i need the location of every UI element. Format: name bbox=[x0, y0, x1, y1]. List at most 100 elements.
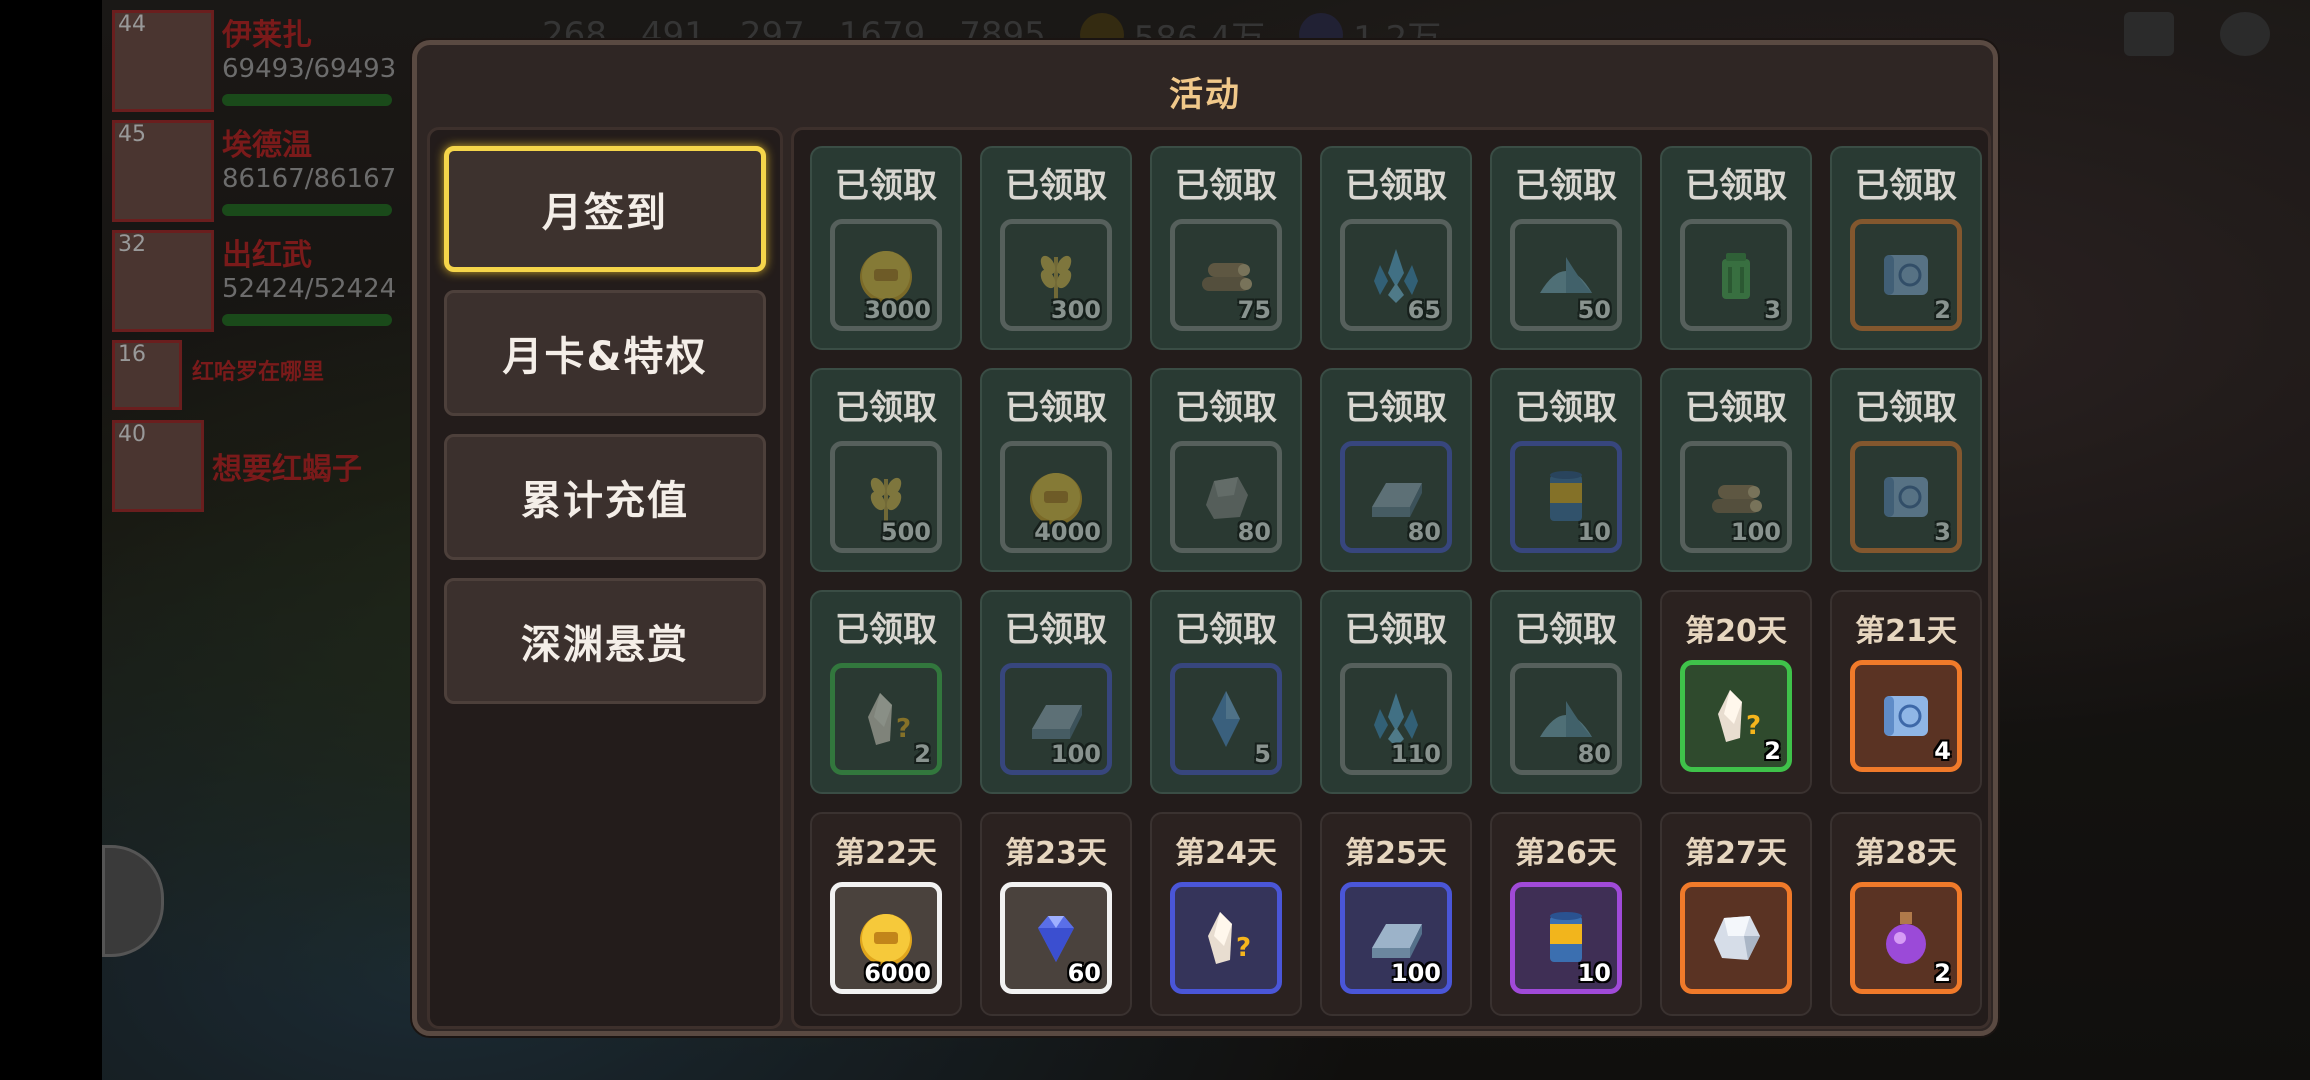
reward-cell-day[interactable]: 第23天 60 bbox=[980, 812, 1132, 1016]
reward-cell-day[interactable]: 第24天 bbox=[1150, 812, 1302, 1016]
reward-quantity: 10 bbox=[1577, 518, 1611, 546]
reward-cell-claimed: 已领取 2 bbox=[810, 590, 962, 794]
reward-slot: 2 bbox=[1680, 660, 1792, 772]
signin-grid: 已领取 3000 已领取 300 已领取 75 已领取 65 已领取 50 已领取 3 已领取 2 已领取 5… bbox=[791, 127, 1991, 1029]
reward-label: 已领取 bbox=[1345, 610, 1447, 650]
reward-quantity: 50 bbox=[1577, 296, 1611, 324]
reward-cell-day[interactable]: 第21天 4 bbox=[1830, 590, 1982, 794]
mystery-crystal-icon bbox=[854, 687, 918, 751]
scroll-icon bbox=[1874, 684, 1938, 748]
reward-label: 已领取 bbox=[835, 610, 937, 650]
reward-slot: 2 bbox=[1850, 219, 1962, 331]
reward-quantity: 80 bbox=[1237, 518, 1271, 546]
reward-label: 已领取 bbox=[1855, 388, 1957, 428]
reward-cell-day[interactable]: 第20天 2 bbox=[1660, 590, 1812, 794]
reward-cell-day[interactable]: 第25天 100 bbox=[1320, 812, 1472, 1016]
reward-slot bbox=[1170, 882, 1282, 994]
reward-label: 已领取 bbox=[1345, 388, 1447, 428]
reward-label: 第20天 bbox=[1685, 614, 1787, 649]
reward-quantity: 2 bbox=[914, 740, 931, 768]
reward-label: 已领取 bbox=[1855, 166, 1957, 206]
tab-abyss-bounty[interactable]: 深渊悬赏 bbox=[444, 578, 766, 704]
reward-label: 已领取 bbox=[1005, 166, 1107, 206]
reward-cell-claimed: 已领取 3 bbox=[1830, 368, 1982, 572]
reward-quantity: 75 bbox=[1237, 296, 1271, 324]
tab-cumulative-recharge[interactable]: 累计充值 bbox=[444, 434, 766, 560]
reward-cell-day[interactable]: 第26天 10 bbox=[1490, 812, 1642, 1016]
hp-bar bbox=[222, 204, 392, 216]
reward-slot: 10 bbox=[1510, 882, 1622, 994]
reward-slot: 2 bbox=[1850, 882, 1962, 994]
party-member[interactable]: 40 想要红蝎子 bbox=[112, 420, 412, 520]
mystery-crystal-icon bbox=[1704, 684, 1768, 748]
reward-quantity: 110 bbox=[1390, 740, 1441, 768]
reward-cell-day[interactable]: 第28天 2 bbox=[1830, 812, 1982, 1016]
reward-slot: 100 bbox=[1680, 441, 1792, 553]
party-member[interactable]: 44 伊莱扎 69493/69493 bbox=[112, 10, 412, 120]
reward-slot bbox=[1680, 882, 1792, 994]
reward-quantity: 100 bbox=[1050, 740, 1101, 768]
reward-quantity: 4000 bbox=[1034, 518, 1101, 546]
reward-slot: 100 bbox=[1340, 882, 1452, 994]
reward-cell-claimed: 已领取 110 bbox=[1320, 590, 1472, 794]
tab-monthly-signin[interactable]: 月签到 bbox=[444, 146, 766, 272]
reward-label: 第24天 bbox=[1175, 836, 1277, 871]
reward-quantity: 80 bbox=[1577, 740, 1611, 768]
reward-label: 第27天 bbox=[1685, 836, 1787, 871]
reward-cell-claimed: 已领取 100 bbox=[980, 590, 1132, 794]
reward-cell-claimed: 已领取 100 bbox=[1660, 368, 1812, 572]
reward-label: 第21天 bbox=[1855, 614, 1957, 649]
reward-quantity: 6000 bbox=[864, 959, 931, 987]
reward-slot: 500 bbox=[830, 441, 942, 553]
party-member[interactable]: 32 出红武 52424/52424 bbox=[112, 230, 412, 340]
party-member[interactable]: 16 红哈罗在哪里 bbox=[112, 340, 412, 420]
reward-quantity: 3 bbox=[1934, 518, 1951, 546]
reward-quantity: 5 bbox=[1254, 740, 1271, 768]
reward-slot: 3 bbox=[1680, 219, 1792, 331]
reward-slot: 60 bbox=[1000, 882, 1112, 994]
reward-slot: 4000 bbox=[1000, 441, 1112, 553]
party-list: 44 伊莱扎 69493/69493 45 埃德温 86167/86167 32… bbox=[112, 10, 412, 520]
mail-icon[interactable] bbox=[2124, 12, 2174, 56]
hp-bar bbox=[222, 314, 392, 326]
reward-cell-claimed: 已领取 80 bbox=[1320, 368, 1472, 572]
reward-slot: 10 bbox=[1510, 441, 1622, 553]
top-right-icons bbox=[2124, 12, 2270, 56]
reward-cell-claimed: 已领取 80 bbox=[1490, 590, 1642, 794]
reward-label: 已领取 bbox=[1685, 166, 1787, 206]
reward-slot: 5 bbox=[1170, 663, 1282, 775]
tab-monthly-card[interactable]: 月卡&特权 bbox=[444, 290, 766, 416]
reward-slot: 75 bbox=[1170, 219, 1282, 331]
reward-cell-claimed: 已领取 75 bbox=[1150, 146, 1302, 350]
reward-quantity: 80 bbox=[1407, 518, 1441, 546]
reward-cell-claimed: 已领取 300 bbox=[980, 146, 1132, 350]
reward-label: 第23天 bbox=[1005, 836, 1107, 871]
reward-cell-day[interactable]: 第22天 6000 bbox=[810, 812, 962, 1016]
reward-quantity: 60 bbox=[1067, 959, 1101, 987]
party-member[interactable]: 45 埃德温 86167/86167 bbox=[112, 120, 412, 230]
reward-quantity: 100 bbox=[1730, 518, 1781, 546]
reward-quantity: 500 bbox=[880, 518, 931, 546]
reward-slot: 6000 bbox=[830, 882, 942, 994]
scroll-icon bbox=[1874, 465, 1938, 529]
reward-quantity: 100 bbox=[1390, 959, 1441, 987]
reward-quantity: 10 bbox=[1577, 959, 1611, 987]
reward-slot: 80 bbox=[1510, 663, 1622, 775]
reward-label: 第28天 bbox=[1855, 836, 1957, 871]
gear-icon[interactable] bbox=[2220, 12, 2270, 56]
reward-cell-day[interactable]: 第27天 bbox=[1660, 812, 1812, 1016]
reward-label: 已领取 bbox=[835, 388, 937, 428]
reward-slot: 4 bbox=[1850, 660, 1962, 772]
reward-label: 已领取 bbox=[1345, 166, 1447, 206]
reward-cell-claimed: 已领取 80 bbox=[1150, 368, 1302, 572]
reward-label: 已领取 bbox=[1175, 166, 1277, 206]
reward-cell-claimed: 已领取 5 bbox=[1150, 590, 1302, 794]
reward-cell-claimed: 已领取 4000 bbox=[980, 368, 1132, 572]
reward-quantity: 3 bbox=[1764, 296, 1781, 324]
silver-ore-icon bbox=[1704, 906, 1768, 970]
reward-quantity: 2 bbox=[1934, 959, 1951, 987]
reward-label: 第22天 bbox=[835, 836, 937, 871]
tab-list: 月签到 月卡&特权 累计充值 深渊悬赏 bbox=[427, 127, 783, 1029]
reward-label: 已领取 bbox=[1515, 610, 1617, 650]
hp-bar bbox=[222, 94, 392, 106]
